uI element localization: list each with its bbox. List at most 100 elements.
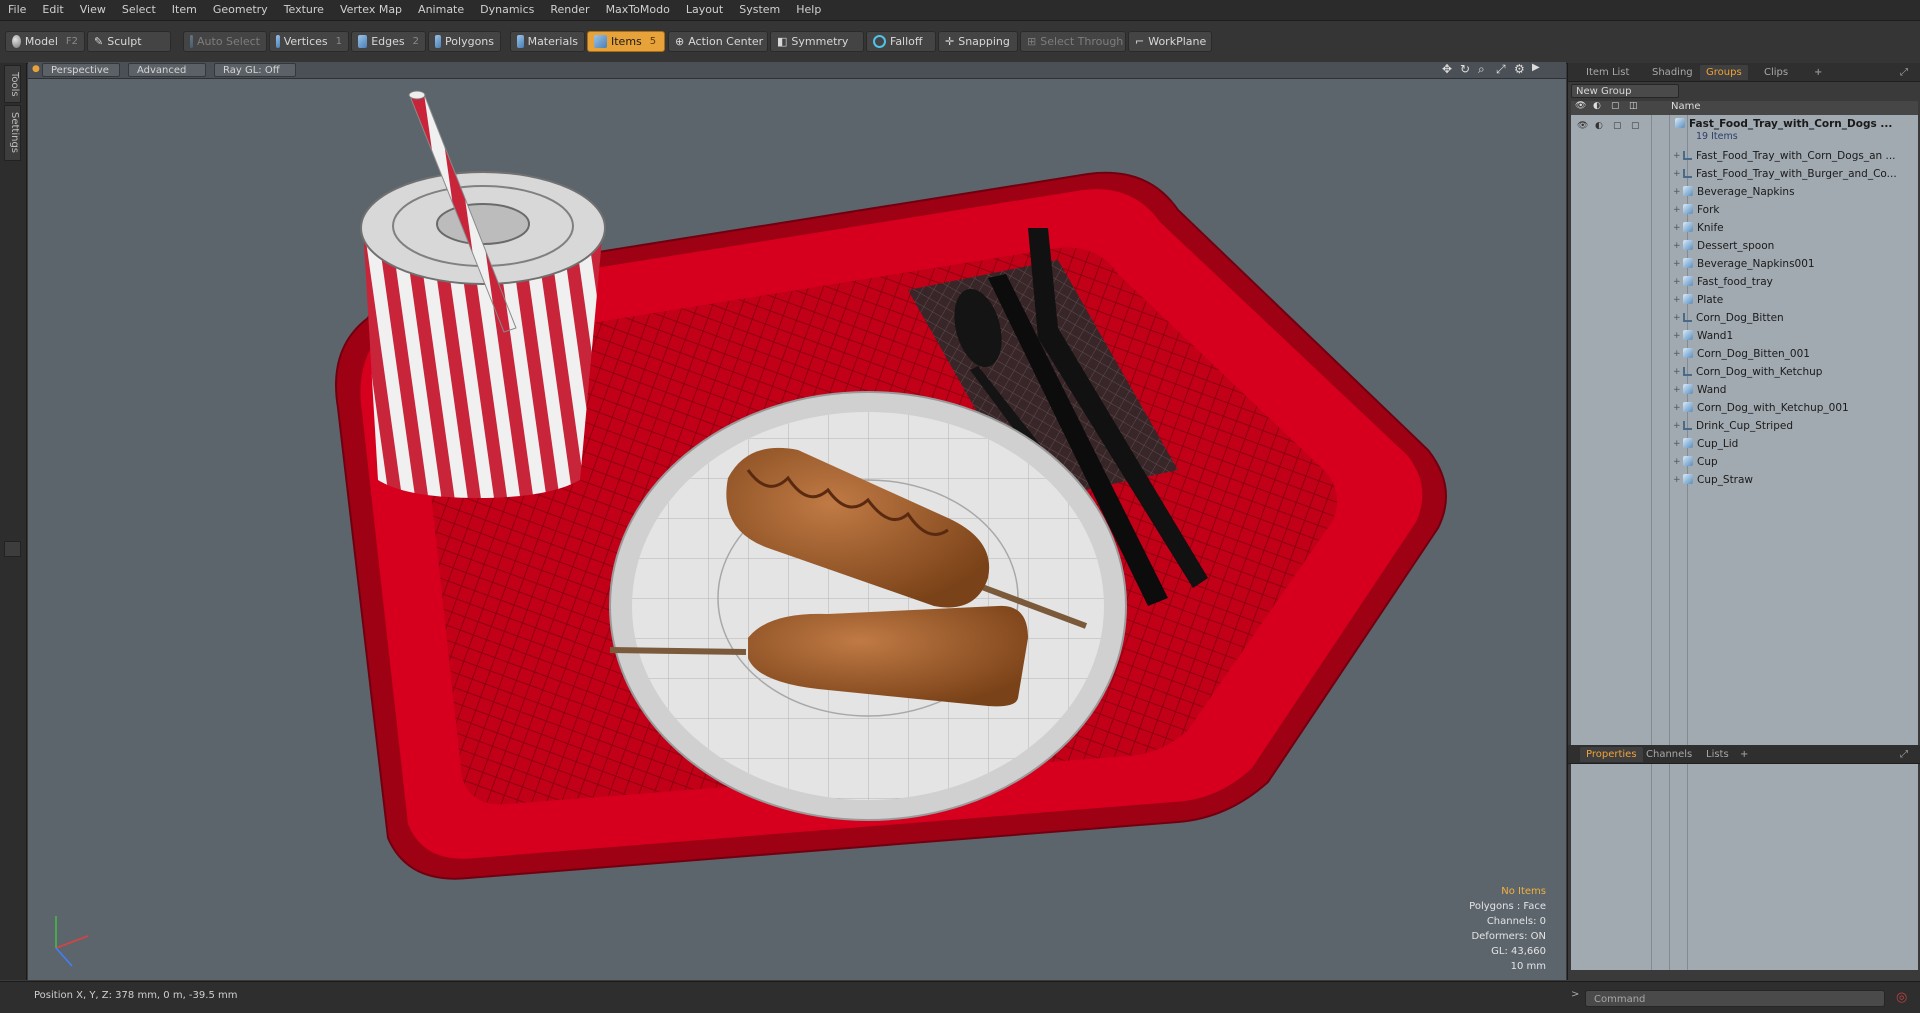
tab-clips[interactable]: Clips [1758,65,1794,80]
list-item[interactable]: + Cup_Straw [1571,471,1918,489]
move-view-icon[interactable]: ✥ [1442,62,1452,76]
select-toggle-icon[interactable]: ▢ [1631,117,1640,135]
render-toggle-icon[interactable]: ◐ [1595,117,1603,135]
expand-arrow-icon[interactable]: + [1673,201,1681,219]
raygl-dropdown[interactable]: Ray GL: Off [214,63,296,77]
vertices-button[interactable]: Vertices 1 [269,31,349,52]
list-item[interactable]: + Dessert_spoon [1571,237,1918,255]
menu-select[interactable]: Select [114,0,164,20]
tab-lists[interactable]: Lists [1700,747,1735,762]
collapse-handle[interactable] [4,541,21,557]
list-item[interactable]: + Fast_Food_Tray_with_Corn_Dogs_an ... [1571,147,1918,165]
panel-expand-icon[interactable]: ⤢ [1894,65,1914,80]
menu-item[interactable]: Item [164,0,205,20]
expand-arrow-icon[interactable]: + [1673,273,1681,291]
new-group-button[interactable]: New Group [1571,84,1679,98]
list-item[interactable]: + Wand [1571,381,1918,399]
tab-shading[interactable]: Shading [1646,65,1699,80]
menu-help[interactable]: Help [788,0,829,20]
bottom-panel-expand-icon[interactable]: ⤢ [1894,747,1914,762]
select-through-button[interactable]: ⊞ Select Through [1020,31,1126,52]
list-item[interactable]: + Beverage_Napkins [1571,183,1918,201]
viewport-expand-icon[interactable]: ▶ [1532,62,1540,73]
select-col-icon[interactable]: ◫ [1629,101,1638,111]
menu-system[interactable]: System [731,0,788,20]
visibility-col-icon[interactable]: 👁 [1575,101,1586,111]
falloff-button[interactable]: Falloff [866,31,936,52]
settings-tab[interactable]: Settings [4,105,21,161]
zoom-view-icon[interactable]: ⌕ [1478,62,1485,77]
list-item[interactable]: + Corn_Dog_Bitten [1571,309,1918,327]
expand-arrow-icon[interactable]: + [1673,435,1681,453]
list-item[interactable]: + Fast_food_tray [1571,273,1918,291]
menu-animate[interactable]: Animate [410,0,472,20]
list-item[interactable]: + Corn_Dog_Bitten_001 [1571,345,1918,363]
menu-vertex-map[interactable]: Vertex Map [332,0,410,20]
menu-layout[interactable]: Layout [678,0,731,20]
list-item[interactable]: + Wand1 [1571,327,1918,345]
expand-arrow-icon[interactable]: + [1673,417,1681,435]
list-item[interactable]: + Corn_Dog_with_Ketchup [1571,363,1918,381]
list-item[interactable]: + Corn_Dog_with_Ketchup_001 [1571,399,1918,417]
command-input[interactable]: Command [1585,990,1885,1007]
snapping-button[interactable]: ✛ Snapping [938,31,1018,52]
name-column-header[interactable]: Name [1671,101,1701,112]
expand-arrow-icon[interactable]: + [1673,345,1681,363]
polygons-button[interactable]: Polygons [428,31,501,52]
workplane-button[interactable]: ⌐ WorkPlane [1128,31,1212,52]
menu-view[interactable]: View [72,0,114,20]
expand-arrow-icon[interactable]: + [1673,309,1681,327]
expand-arrow-icon[interactable]: + [1673,471,1681,489]
lock-toggle-icon[interactable]: ▢ [1613,117,1622,135]
list-item[interactable]: + Cup_Lid [1571,435,1918,453]
expand-arrow-icon[interactable]: + [1673,147,1681,165]
menu-texture[interactable]: Texture [276,0,332,20]
viewport-menu-icon[interactable]: ● [32,64,40,74]
tab-channels[interactable]: Channels [1640,747,1698,762]
tools-tab[interactable]: Tools [4,65,21,103]
list-item[interactable]: + Beverage_Napkins001 [1571,255,1918,273]
expand-arrow-icon[interactable]: + [1673,363,1681,381]
list-item[interactable]: + Cup [1571,453,1918,471]
add-bottom-tab-icon[interactable]: + [1734,747,1754,762]
menu-dynamics[interactable]: Dynamics [472,0,542,20]
expand-arrow-icon[interactable]: + [1673,327,1681,345]
menu-file[interactable]: File [0,0,34,20]
expand-arrow-icon[interactable]: + [1673,453,1681,471]
tab-properties[interactable]: Properties [1580,747,1643,762]
3d-viewport[interactable]: ● Perspective Advanced Ray GL: Off ✥ ↻ ⌕… [28,62,1566,980]
list-item[interactable]: + Fast_Food_Tray_with_Burger_and_Co... [1571,165,1918,183]
list-item[interactable]: + Knife [1571,219,1918,237]
expand-arrow-icon[interactable]: + [1673,255,1681,273]
render-col-icon[interactable]: ◐ [1593,101,1601,111]
tab-groups[interactable]: Groups [1700,65,1748,80]
rotate-view-icon[interactable]: ↻ [1460,62,1470,76]
action-center-button[interactable]: ⊕ Action Center [668,31,768,52]
expand-arrow-icon[interactable]: + [1673,219,1681,237]
auto-select-button[interactable]: Auto Select [183,31,267,52]
menu-render[interactable]: Render [542,0,597,20]
add-tab-icon[interactable]: + [1808,65,1828,80]
expand-arrow-icon[interactable]: + [1673,165,1681,183]
edges-button[interactable]: Edges 2 [351,31,426,52]
expand-arrow-icon[interactable]: + [1673,237,1681,255]
lock-col-icon[interactable]: ▢ [1611,101,1620,111]
sculpt-mode-button[interactable]: ✎ Sculpt [87,31,171,52]
items-button[interactable]: Items 5 [587,31,665,52]
command-stop-icon[interactable]: ◎ [1896,990,1907,1005]
menu-geometry[interactable]: Geometry [205,0,276,20]
list-item[interactable]: + Fork [1571,201,1918,219]
materials-button[interactable]: Materials [510,31,585,52]
model-mode-button[interactable]: Model F2 [5,31,85,52]
view-type-dropdown[interactable]: Perspective [42,63,120,77]
shading-dropdown[interactable]: Advanced [128,63,206,77]
expand-arrow-icon[interactable]: + [1673,291,1681,309]
expand-arrow-icon[interactable]: + [1673,183,1681,201]
group-row[interactable]: 👁 ◐ ▢ ▢ Fast_Food_Tray_with_Corn_Dogs ... 19 … [1571,115,1918,145]
symmetry-button[interactable]: ◧ Symmetry [770,31,864,52]
fit-view-icon[interactable]: ⤢ [1496,62,1506,77]
menu-maxtomodo[interactable]: MaxToModo [598,0,678,20]
expand-arrow-icon[interactable]: + [1673,381,1681,399]
list-item[interactable]: + Drink_Cup_Striped [1571,417,1918,435]
visibility-eye-icon[interactable]: 👁 [1577,117,1588,135]
